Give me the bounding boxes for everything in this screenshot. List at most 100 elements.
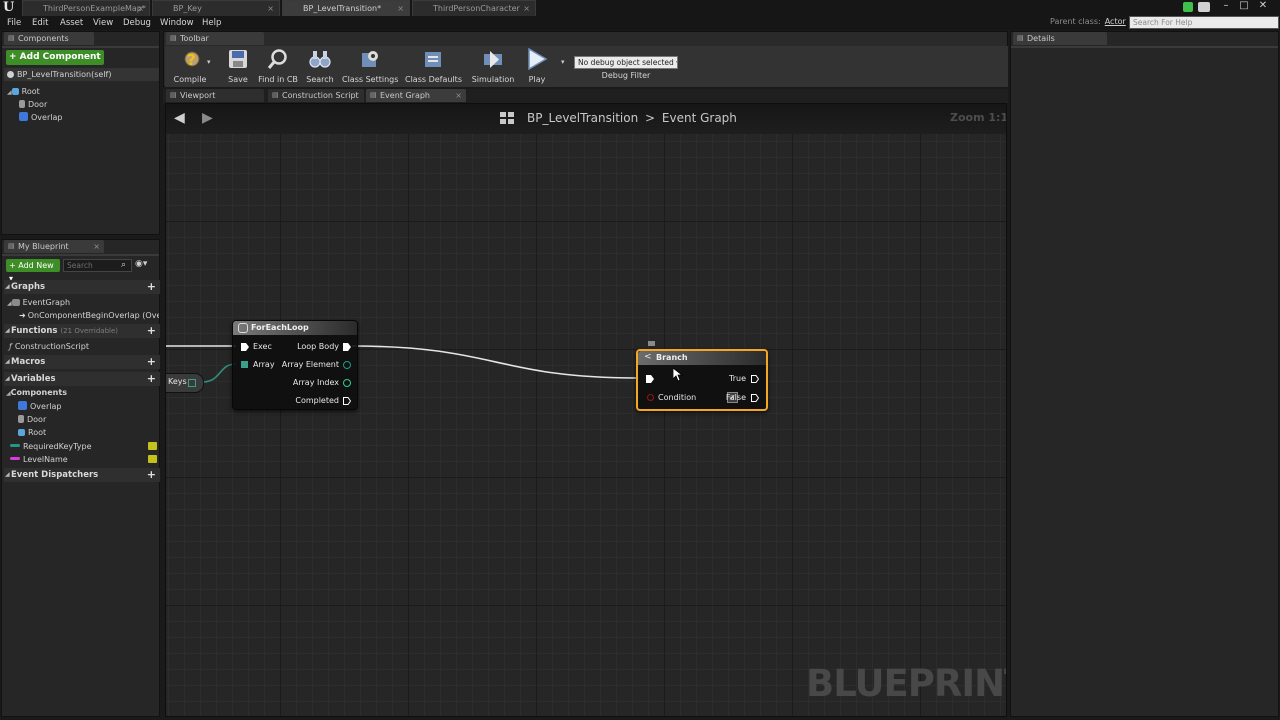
add-macro-icon[interactable]: + <box>147 355 156 368</box>
array-pin-icon[interactable] <box>188 379 196 387</box>
play-options-chevron-icon[interactable]: ▾ <box>561 58 565 66</box>
exec-out-pin-icon[interactable] <box>751 375 759 383</box>
debug-object-select[interactable]: No debug object selected ▾ <box>574 56 678 69</box>
branch-icon: < <box>644 352 652 362</box>
tab-viewport[interactable]: Viewport <box>166 89 264 102</box>
pin-array-element: Array Element <box>281 360 339 369</box>
tree-item-overlap[interactable]: Overlap <box>19 111 62 124</box>
tree-label: Root <box>21 87 40 96</box>
close-icon[interactable]: × <box>137 1 144 17</box>
close-icon[interactable]: × <box>523 1 530 17</box>
tab-components[interactable]: Components <box>4 32 94 45</box>
tab-event-graph[interactable]: Event Graph × <box>366 89 466 102</box>
component-var-root[interactable]: Root <box>18 426 46 439</box>
doc-tab-bp-leveltransition[interactable]: BP_LevelTransition* × <box>282 0 410 16</box>
section-graphs[interactable]: Graphs + <box>4 280 160 294</box>
components-panel: Components + Add Component ▾ BP_LevelTra… <box>1 31 160 235</box>
component-var-overlap[interactable]: Overlap <box>18 400 61 413</box>
section-label: Macros <box>11 357 46 367</box>
class-settings-button[interactable]: Class Settings <box>342 48 398 86</box>
exec-in-pin-icon[interactable] <box>241 343 249 351</box>
add-function-icon[interactable]: + <box>147 324 156 337</box>
tab-underline <box>2 46 159 48</box>
add-component-button[interactable]: + Add Component ▾ <box>6 50 104 76</box>
close-icon[interactable]: × <box>267 1 274 17</box>
bool-in-pin-icon[interactable] <box>647 394 654 401</box>
help-search-input[interactable]: Search For Help <box>1129 16 1279 29</box>
menu-window[interactable]: Window <box>160 16 194 30</box>
class-defaults-button[interactable]: Class Defaults <box>405 48 462 86</box>
exec-out-pin-icon[interactable] <box>343 343 351 351</box>
graph-item-eventgraph[interactable]: ◢ EventGraph <box>7 296 70 309</box>
doc-tab-thirdpersoncharacter[interactable]: ThirdPersonCharacter × <box>412 0 536 16</box>
close-icon[interactable]: × <box>455 89 462 102</box>
minimize-icon[interactable]: – <box>1218 0 1234 12</box>
close-icon[interactable]: × <box>397 1 404 17</box>
add-new-button[interactable]: + Add New ▾ <box>6 259 60 283</box>
exec-out-pin-icon[interactable] <box>751 394 759 402</box>
component-var-door[interactable]: Door <box>18 413 46 426</box>
feedback-icon[interactable] <box>1198 2 1210 12</box>
keys-variable-node[interactable]: Keys <box>166 373 204 393</box>
doc-tab-bp-key[interactable]: BP_Key × <box>152 0 280 16</box>
event-graph-canvas[interactable]: ◀ ▶ BP_LevelTransition > Event Graph Zoo… <box>165 103 1007 717</box>
add-dispatcher-icon[interactable]: + <box>147 468 156 481</box>
pin-completed: Completed <box>295 396 339 405</box>
tab-my-blueprint[interactable]: My Blueprint × <box>4 240 104 253</box>
menu-edit[interactable]: Edit <box>32 16 48 30</box>
chat-icon[interactable] <box>1183 2 1193 12</box>
menu-asset[interactable]: Asset <box>60 16 83 30</box>
exec-in-pin-icon[interactable] <box>646 375 654 383</box>
public-var-eye-icon[interactable] <box>148 455 157 463</box>
tab-construction-script[interactable]: Construction Script <box>268 89 364 102</box>
section-macros[interactable]: Macros + <box>4 355 160 369</box>
close-window-icon[interactable]: ✕ <box>1255 0 1271 12</box>
int-out-pin-icon[interactable] <box>343 379 351 387</box>
tab-underline <box>1011 46 1278 48</box>
foreach-loop-node[interactable]: ForEachLoop Exec Array Loop Body Array E… <box>232 320 358 410</box>
graph-item-overlap-event[interactable]: ➜ OnComponentBeginOverlap (Ove <box>19 309 159 322</box>
unreal-logo-icon: U <box>3 0 15 15</box>
section-label: Graphs <box>11 282 46 292</box>
play-button[interactable]: Play <box>509 47 565 86</box>
branch-node[interactable]: Branch < Condition ✓ True False <box>636 349 768 411</box>
parent-class-link[interactable]: Actor <box>1105 17 1126 26</box>
array-in-pin-icon[interactable] <box>241 361 248 368</box>
section-event-dispatchers[interactable]: Event Dispatchers + <box>4 468 160 482</box>
variable-category-components[interactable]: ◢Components <box>6 386 67 399</box>
menu-view[interactable]: View <box>93 16 113 30</box>
function-item-constructionscript[interactable]: ƒ ConstructionScript <box>9 340 89 353</box>
doc-tab-label: BP_Key <box>173 4 202 13</box>
public-var-eye-icon[interactable] <box>148 442 157 450</box>
tree-item-door[interactable]: Door <box>19 98 47 111</box>
search-button[interactable]: Search <box>292 48 348 86</box>
add-variable-icon[interactable]: + <box>147 372 156 385</box>
doc-tab-thirdpersonexamplemap[interactable]: ThirdPersonExampleMap* × <box>22 0 150 16</box>
component-self-item[interactable]: BP_LevelTransition(self) <box>4 68 159 81</box>
close-icon[interactable]: × <box>93 240 100 253</box>
section-functions[interactable]: Functions(21 Overridable) + <box>4 324 160 338</box>
variable-requiredkeytype[interactable]: RequiredKeyType <box>10 440 91 453</box>
variable-levelname[interactable]: LevelName <box>10 453 68 466</box>
array-wire[interactable] <box>201 363 237 383</box>
menu-debug[interactable]: Debug <box>123 16 151 30</box>
struct-out-pin-icon[interactable] <box>343 361 351 369</box>
tab-details[interactable]: Details <box>1013 32 1107 45</box>
menu-help[interactable]: Help <box>202 16 221 30</box>
tree-item-root[interactable]: ◢ Root <box>7 85 40 98</box>
doc-tab-label: ThirdPersonCharacter <box>433 4 520 13</box>
eye-icon[interactable]: ◉▾ <box>135 259 147 269</box>
section-variables[interactable]: Variables + <box>4 372 160 386</box>
graph-icon <box>11 299 20 306</box>
exec-wire-loop-to-branch[interactable] <box>351 345 640 379</box>
details-panel: Details <box>1010 31 1279 717</box>
add-graph-icon[interactable]: + <box>147 280 156 293</box>
scene-component-icon <box>11 88 19 95</box>
comment-bubble-icon[interactable] <box>648 341 655 346</box>
menu-file[interactable]: File <box>7 16 21 30</box>
tab-toolbar[interactable]: Toolbar <box>166 32 264 45</box>
exec-out-pin-icon[interactable] <box>343 397 351 405</box>
expand-arrow-icon: ◢ <box>7 300 12 307</box>
maximize-icon[interactable]: □ <box>1236 0 1252 12</box>
door-mesh-icon <box>18 415 24 423</box>
